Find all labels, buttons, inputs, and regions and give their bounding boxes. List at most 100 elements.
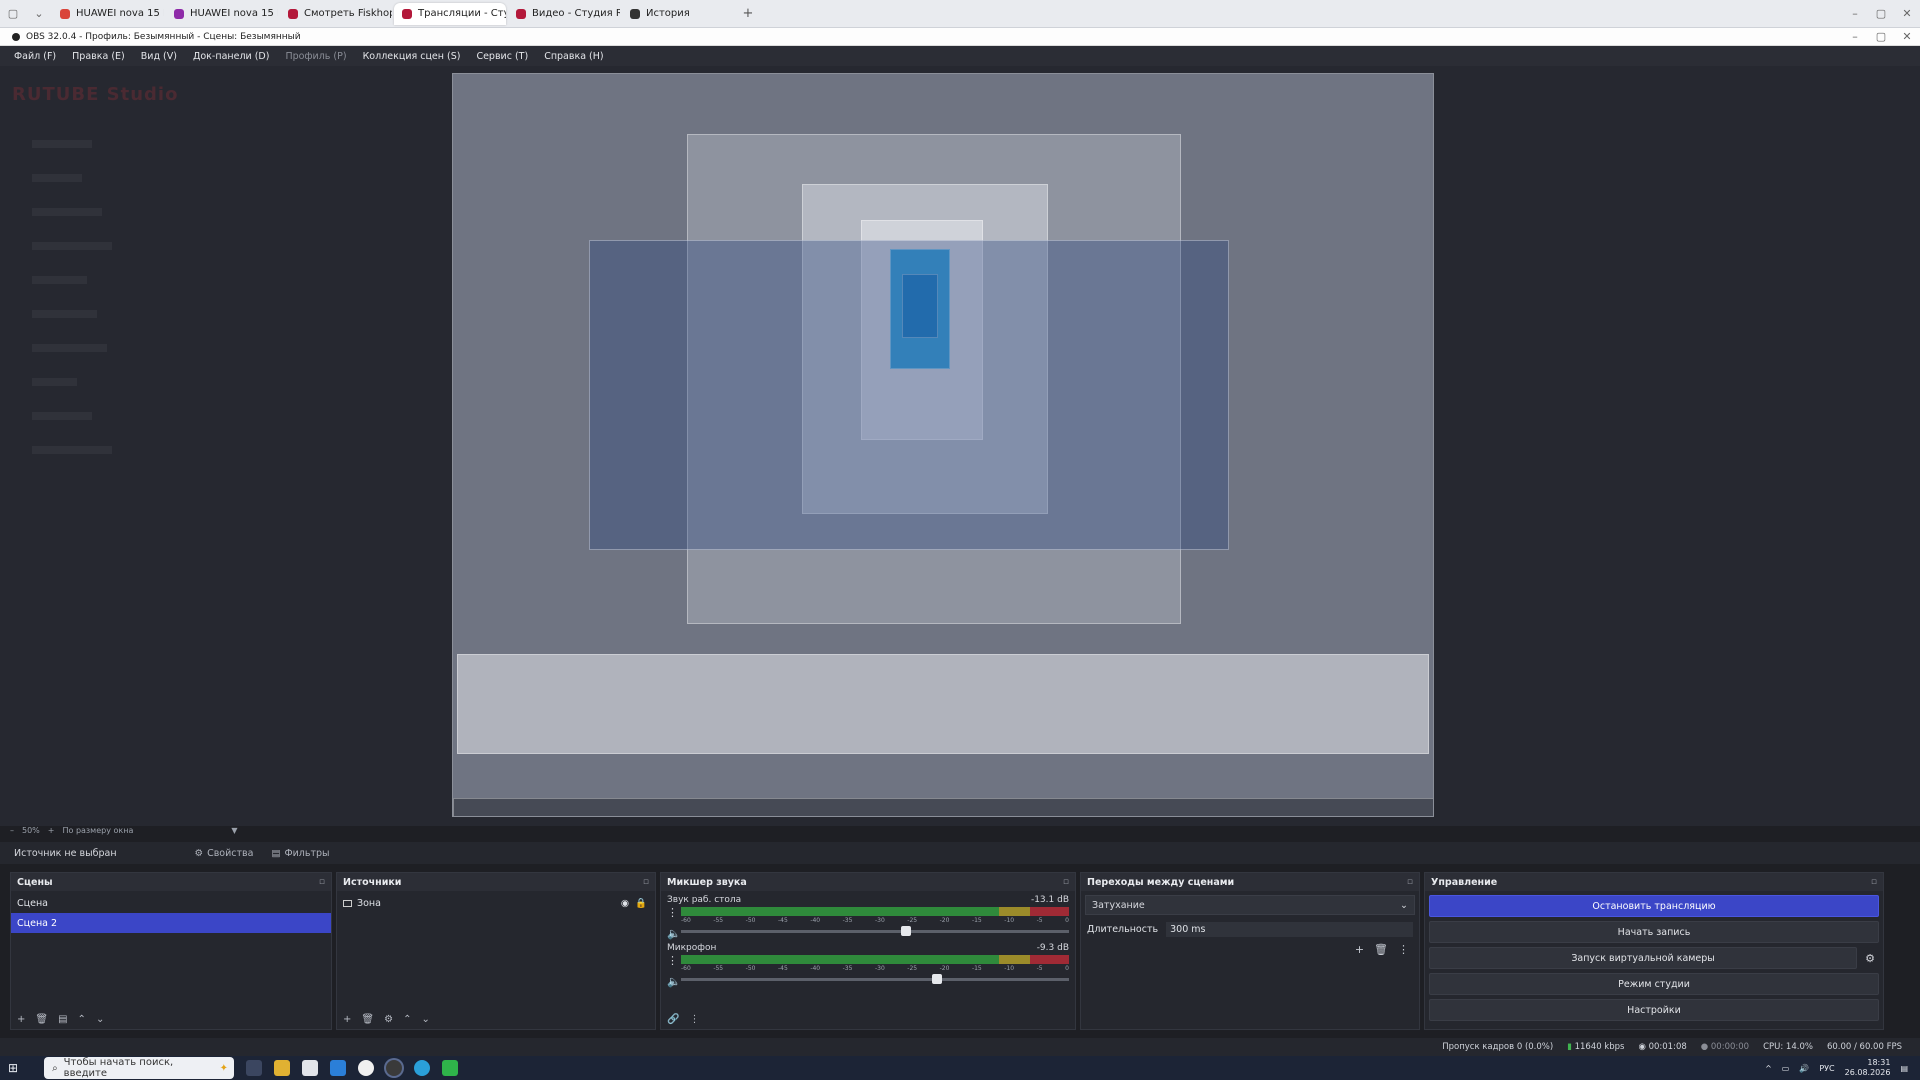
menu-item[interactable]: Профиль (P) [285,51,346,62]
tab-label: Трансляции - Студия [418,8,506,19]
obs-minimize-icon[interactable]: – [1842,30,1868,43]
tray-chevron-icon[interactable]: ^ [1765,1064,1772,1073]
meter-tick-label: -10 [1004,965,1015,972]
maximize-icon[interactable]: ▢ [1868,7,1894,20]
move-down-button[interactable]: ⌄ [96,1014,104,1025]
volume-slider-thumb[interactable] [901,926,912,936]
store-icon[interactable] [302,1060,319,1076]
minimize-icon[interactable]: – [1842,7,1868,20]
volume-slider-thumb[interactable] [932,974,943,984]
zoom-fit-select[interactable]: По размеру окна [62,826,133,835]
virtual-camera-settings-icon[interactable]: ⚙ [1865,952,1875,965]
zoom-out-button[interactable]: – [10,826,14,835]
mixer-channel: Звук раб. стола -13.1 dB ⋮ -60 -55 -50 -45 -40-… [661,891,1075,940]
obs-maximize-icon[interactable]: ▢ [1868,30,1894,43]
undock-icon[interactable]: ▫ [1407,877,1413,887]
obs-close-icon[interactable]: ✕ [1894,30,1920,43]
undock-icon[interactable]: ▫ [1063,877,1069,887]
network-icon[interactable]: ▭ [1782,1064,1790,1073]
channel-menu-icon[interactable]: ⋮ [667,954,678,967]
properties-button[interactable]: ⚙ Свойства [195,848,254,859]
zoom-in-button[interactable]: + [48,826,55,835]
scene-item[interactable]: Сцена [11,893,331,913]
menu-item[interactable]: Справка (H) [544,51,603,62]
file-explorer-icon[interactable] [274,1060,291,1076]
meter-tick-label: -15 [971,917,982,924]
start-recording-button[interactable]: Начать запись [1429,921,1879,943]
sparkle-icon: ✦ [219,1062,229,1074]
signal-icon: ▮ [1567,1042,1572,1052]
add-transition-button[interactable]: + [1355,943,1364,956]
tabs-dropdown-icon[interactable]: ⌄ [26,7,52,20]
start-virtual-camera-button[interactable]: Запуск виртуальной камеры [1429,947,1858,969]
source-settings-button[interactable]: ⚙ [384,1014,393,1025]
remove-transition-button[interactable]: 🗑 [1374,943,1388,956]
visibility-eye-icon[interactable]: ◉ [621,898,629,909]
taskbar-search[interactable]: ⌕ Чтобы начать поиск, введите ✦ [44,1057,235,1079]
menu-item[interactable]: Вид (V) [141,51,177,62]
remove-scene-button[interactable]: 🗑 [35,1014,48,1025]
mixer-menu-icon[interactable]: ⋮ [689,1014,699,1025]
browser-tab[interactable]: Видео - Студия RUTUBE [508,3,620,25]
nested-blue-panel [589,240,1229,550]
move-up-button[interactable]: ⌃ [78,1014,86,1025]
preview-canvas[interactable] [452,73,1434,817]
menu-item[interactable]: Док-панели (D) [193,51,269,62]
transition-type-select[interactable]: Затухание ⌄ [1085,895,1415,915]
close-icon[interactable]: ✕ [1894,7,1920,20]
stop-stream-button[interactable]: Остановить трансляцию [1429,895,1879,917]
speaker-icon[interactable]: 🔈 [667,927,681,940]
source-item[interactable]: Зона ◉ 🔒 [337,893,655,913]
scene-filters-button[interactable]: ▤ [58,1014,67,1025]
channel-menu-icon[interactable]: ⋮ [667,906,678,919]
obs-app-icon [12,32,20,41]
menu-item[interactable]: Файл (F) [14,51,56,62]
channel-db: -13.1 dB [1030,895,1069,905]
advanced-audio-icon[interactable]: 🔗 [667,1014,679,1025]
zoom-percent: 50% [22,825,40,835]
source-down-button[interactable]: ⌄ [421,1014,429,1025]
browser-tab[interactable]: HUAWEI nova 15 Pro 12/2 [166,3,278,25]
lock-icon[interactable]: 🔒 [635,898,647,909]
duration-input[interactable]: 300 ms [1166,921,1413,937]
windows-start-icon[interactable]: ⊞ [8,1061,18,1075]
volume-slider[interactable] [681,926,1069,936]
telegram-icon[interactable] [414,1060,431,1076]
undock-icon[interactable]: ▫ [319,877,325,887]
excel-icon[interactable] [442,1060,459,1076]
notifications-icon[interactable]: ▤ [1900,1064,1908,1073]
add-source-button[interactable]: + [343,1014,351,1025]
studio-mode-button[interactable]: Режим студии [1429,973,1879,995]
yandex-browser-icon[interactable] [358,1060,375,1076]
menu-item[interactable]: Коллекция сцен (S) [363,51,461,62]
paint-icon[interactable] [330,1060,347,1076]
settings-button[interactable]: Настройки [1429,999,1879,1021]
obs-taskbar-icon[interactable] [386,1060,403,1076]
scene-item[interactable]: Сцена 2 [11,913,331,933]
language-indicator[interactable]: РУС [1819,1064,1834,1073]
new-tab-button[interactable]: + [740,6,756,22]
task-view-icon[interactable] [246,1060,263,1076]
undock-icon[interactable]: ▫ [643,877,649,887]
transition-menu-icon[interactable]: ⋮ [1398,943,1409,956]
clock[interactable]: 18:31 26.08.2026 [1845,1058,1891,1078]
menu-item[interactable]: Сервис (T) [476,51,528,62]
source-up-button[interactable]: ⌃ [403,1014,411,1025]
browser-menu-icon[interactable]: ▢ [0,7,26,20]
browser-tab[interactable]: Трансляции - Студия✕ [394,2,506,25]
browser-tab[interactable]: История [622,3,734,25]
remove-source-button[interactable]: 🗑 [361,1014,374,1025]
volume-slider[interactable] [681,974,1069,984]
nested-dock-strip [457,654,1429,754]
speaker-icon[interactable]: 🔈 [667,975,681,988]
volume-icon[interactable]: 🔊 [1799,1064,1809,1073]
undock-icon[interactable]: ▫ [1871,877,1877,887]
menu-item[interactable]: Правка (E) [72,51,125,62]
filters-button[interactable]: ▤ Фильтры [271,848,329,859]
browser-tab[interactable]: HUAWEI nova 15 Pro 12/2 [52,3,164,25]
chevron-down-icon[interactable]: ▼ [231,826,237,835]
meter-tick-label: -50 [745,965,756,972]
add-scene-button[interactable]: + [17,1014,25,1025]
controls-header: Управление ▫ [1425,873,1883,891]
browser-tab[interactable]: Смотреть Fiskhop на RU [280,3,392,25]
